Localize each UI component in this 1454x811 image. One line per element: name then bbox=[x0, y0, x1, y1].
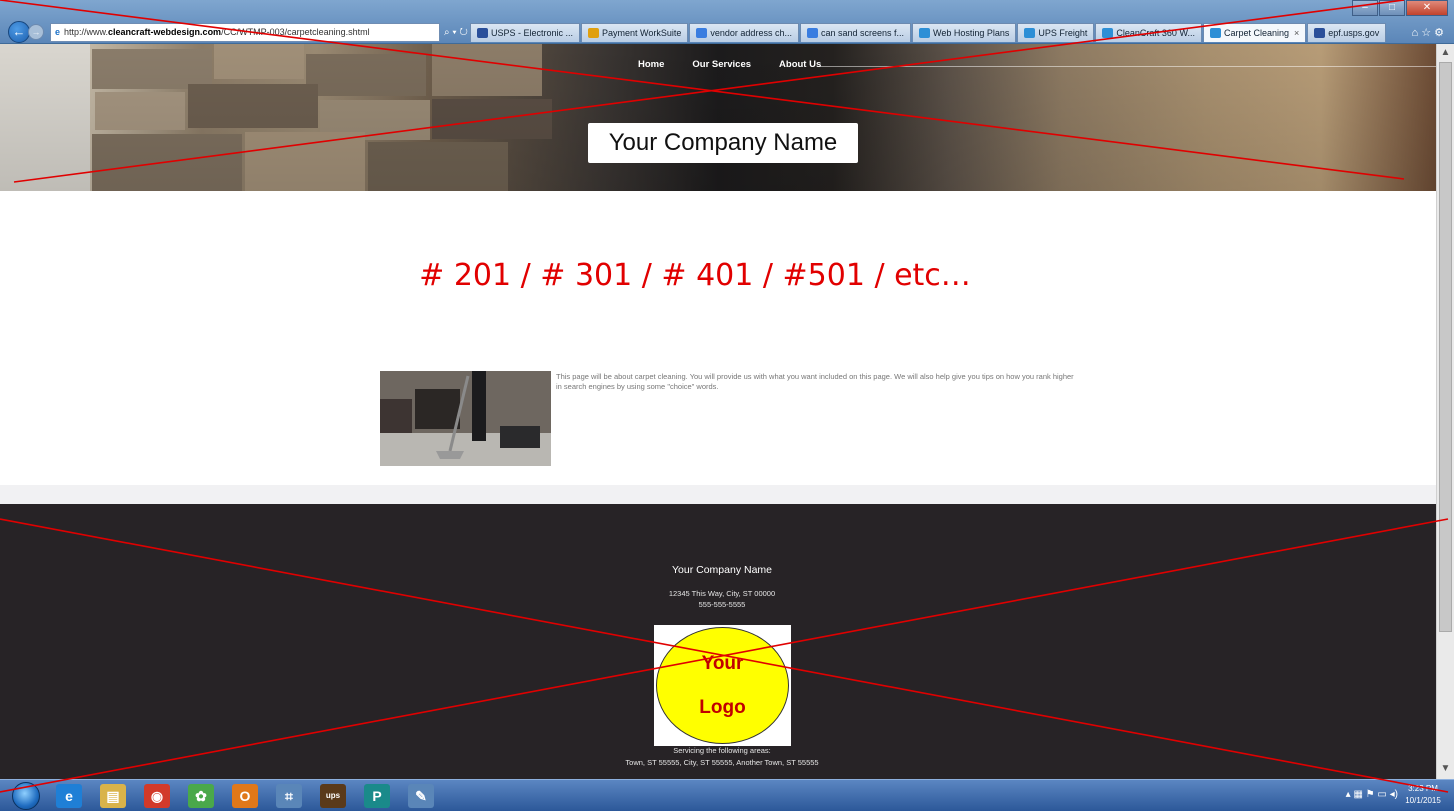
browser-tab[interactable]: CleanCraft 360 W... bbox=[1095, 22, 1202, 42]
tab-favicon-icon bbox=[919, 27, 930, 38]
web-page: Home Our Services About Us Your Company … bbox=[0, 44, 1436, 779]
forward-button[interactable]: → bbox=[28, 24, 44, 40]
system-tray[interactable]: ▴ ▦ ⚑ ▭ ◂) bbox=[1346, 789, 1398, 800]
tab-label: USPS - Electronic ... bbox=[491, 27, 574, 38]
clock-time: 3:23 PM bbox=[1408, 784, 1438, 793]
close-window-button[interactable]: ✕ bbox=[1406, 0, 1448, 16]
network-icon[interactable]: ⌗ bbox=[276, 784, 302, 808]
file-explorer-icon[interactable]: ▤ bbox=[100, 784, 126, 808]
app-green-icon[interactable]: ✿ bbox=[188, 784, 214, 808]
body-paragraph: This page will be about carpet cleaning.… bbox=[556, 372, 1074, 391]
tab-label: Carpet Cleaning bbox=[1223, 27, 1289, 38]
outlook-icon[interactable]: O bbox=[232, 784, 258, 808]
page-favicon-icon: e bbox=[55, 27, 61, 37]
tab-label: Payment WorkSuite bbox=[602, 27, 682, 38]
carpet-cleaning-photo bbox=[380, 371, 551, 466]
tab-favicon-icon bbox=[1102, 27, 1114, 38]
tab-label: Web Hosting Plans bbox=[933, 27, 1010, 38]
address-bar[interactable]: e http://www. cleancraft-webdesign.com/CC… bbox=[50, 22, 440, 42]
logo-text-line-1: Your bbox=[701, 653, 744, 674]
back-button[interactable]: ← bbox=[8, 21, 30, 43]
servicing-heading: Servicing the following areas: bbox=[673, 746, 771, 755]
tab-favicon-icon bbox=[696, 27, 708, 38]
tab-label: can sand screens f... bbox=[820, 27, 904, 38]
tab-label: UPS Freight bbox=[1038, 27, 1088, 38]
browser-tab[interactable]: Payment WorkSuite bbox=[581, 22, 689, 42]
start-button[interactable] bbox=[12, 782, 40, 810]
site-nav: Home Our Services About Us bbox=[624, 56, 835, 73]
browser-right-controls[interactable]: ⌂ ☆ ⚙ bbox=[1412, 26, 1444, 39]
tab-label: CleanCraft 360 W... bbox=[1116, 27, 1195, 38]
scrollbar-thumb[interactable] bbox=[1439, 62, 1452, 632]
internet-explorer-icon[interactable]: e bbox=[56, 784, 82, 808]
hero-banner: Home Our Services About Us Your Company … bbox=[0, 44, 1436, 191]
chrome-icon[interactable]: ◉ bbox=[144, 784, 170, 808]
url-path: /CC/WTMP-003/carpetcleaning.shtml bbox=[221, 27, 370, 37]
navigation-row: ← → e http://www. cleancraft-webdesign.co… bbox=[0, 20, 1454, 44]
clock[interactable]: 3:23 PM 10/1/2015 bbox=[1400, 783, 1446, 807]
footer-company-name: Your Company Name bbox=[672, 564, 772, 576]
logo-text-line-2: Logo bbox=[699, 697, 746, 718]
company-name-banner: Your Company Name bbox=[588, 123, 858, 163]
address-controls[interactable]: ⌕ ▾ ↻ bbox=[444, 27, 470, 38]
url-prefix: http://www. bbox=[64, 27, 109, 37]
nav-divider bbox=[818, 66, 1436, 67]
browser-tab[interactable]: Web Hosting Plans bbox=[912, 22, 1017, 42]
tab-favicon-icon bbox=[588, 27, 600, 38]
tab-favicon-icon bbox=[1314, 27, 1326, 38]
logo-placeholder: Your Logo bbox=[654, 625, 791, 746]
tab-favicon-icon bbox=[1209, 27, 1221, 38]
url-domain: cleancraft-webdesign.com bbox=[108, 27, 222, 37]
ups-icon[interactable]: ups bbox=[320, 784, 346, 808]
tab-favicon-icon bbox=[477, 27, 488, 38]
nav-about-us-link[interactable]: About Us bbox=[765, 56, 835, 73]
browser-tab[interactable]: epf.usps.gov bbox=[1307, 22, 1387, 42]
tab-favicon-icon bbox=[1024, 27, 1036, 38]
page-headline: # 201 / # 301 / # 401 / #501 / etc… bbox=[419, 258, 971, 293]
tab-favicon-icon bbox=[806, 27, 818, 38]
nav-our-services-link[interactable]: Our Services bbox=[678, 56, 765, 73]
publisher-icon[interactable]: P bbox=[364, 784, 390, 808]
tab-strip: USPS - Electronic ... Payment WorkSuite ve… bbox=[470, 22, 1387, 42]
browser-tab[interactable]: can sand screens f... bbox=[799, 22, 911, 42]
browser-tab[interactable]: vendor address ch... bbox=[689, 22, 799, 42]
vertical-scrollbar[interactable]: ▲ ▼ bbox=[1436, 44, 1454, 779]
section-divider bbox=[0, 485, 1436, 504]
close-tab-icon[interactable]: × bbox=[1294, 28, 1299, 38]
minimize-button[interactable]: – bbox=[1352, 0, 1378, 16]
browser-tab[interactable]: UPS Freight bbox=[1017, 22, 1095, 42]
footer-address: 12345 This Way, City, ST 00000 bbox=[668, 589, 776, 598]
browser-tab[interactable]: Carpet Cleaning × bbox=[1202, 22, 1307, 42]
nav-home-link[interactable]: Home bbox=[624, 56, 678, 73]
clock-date: 10/1/2015 bbox=[1405, 796, 1441, 805]
paint-icon[interactable]: ✎ bbox=[408, 784, 434, 808]
scroll-down-icon[interactable]: ▼ bbox=[1437, 760, 1454, 777]
scroll-up-icon[interactable]: ▲ bbox=[1437, 44, 1454, 61]
tab-label: epf.usps.gov bbox=[1328, 27, 1380, 38]
browser-chrome: – □ ✕ ← → e http://www. cleancraft-webdes… bbox=[0, 0, 1454, 44]
maximize-button[interactable]: □ bbox=[1379, 0, 1405, 16]
footer: Your Company Name 12345 This Way, City, … bbox=[0, 504, 1436, 779]
footer-phone: 555-555-5555 bbox=[698, 600, 746, 609]
windows-taskbar: e ▤ ◉ ✿ O ⌗ ups P ✎ ▴ ▦ ⚑ ▭ ◂) 3:23 PM 10/1/2015 bbox=[0, 779, 1454, 811]
logo-circle bbox=[656, 627, 789, 744]
browser-tab[interactable]: USPS - Electronic ... bbox=[470, 22, 581, 42]
servicing-areas: Town, ST 55555, City, ST 55555, Another … bbox=[625, 758, 819, 767]
window-controls: – □ ✕ bbox=[1352, 0, 1448, 16]
tab-label: vendor address ch... bbox=[710, 27, 792, 38]
